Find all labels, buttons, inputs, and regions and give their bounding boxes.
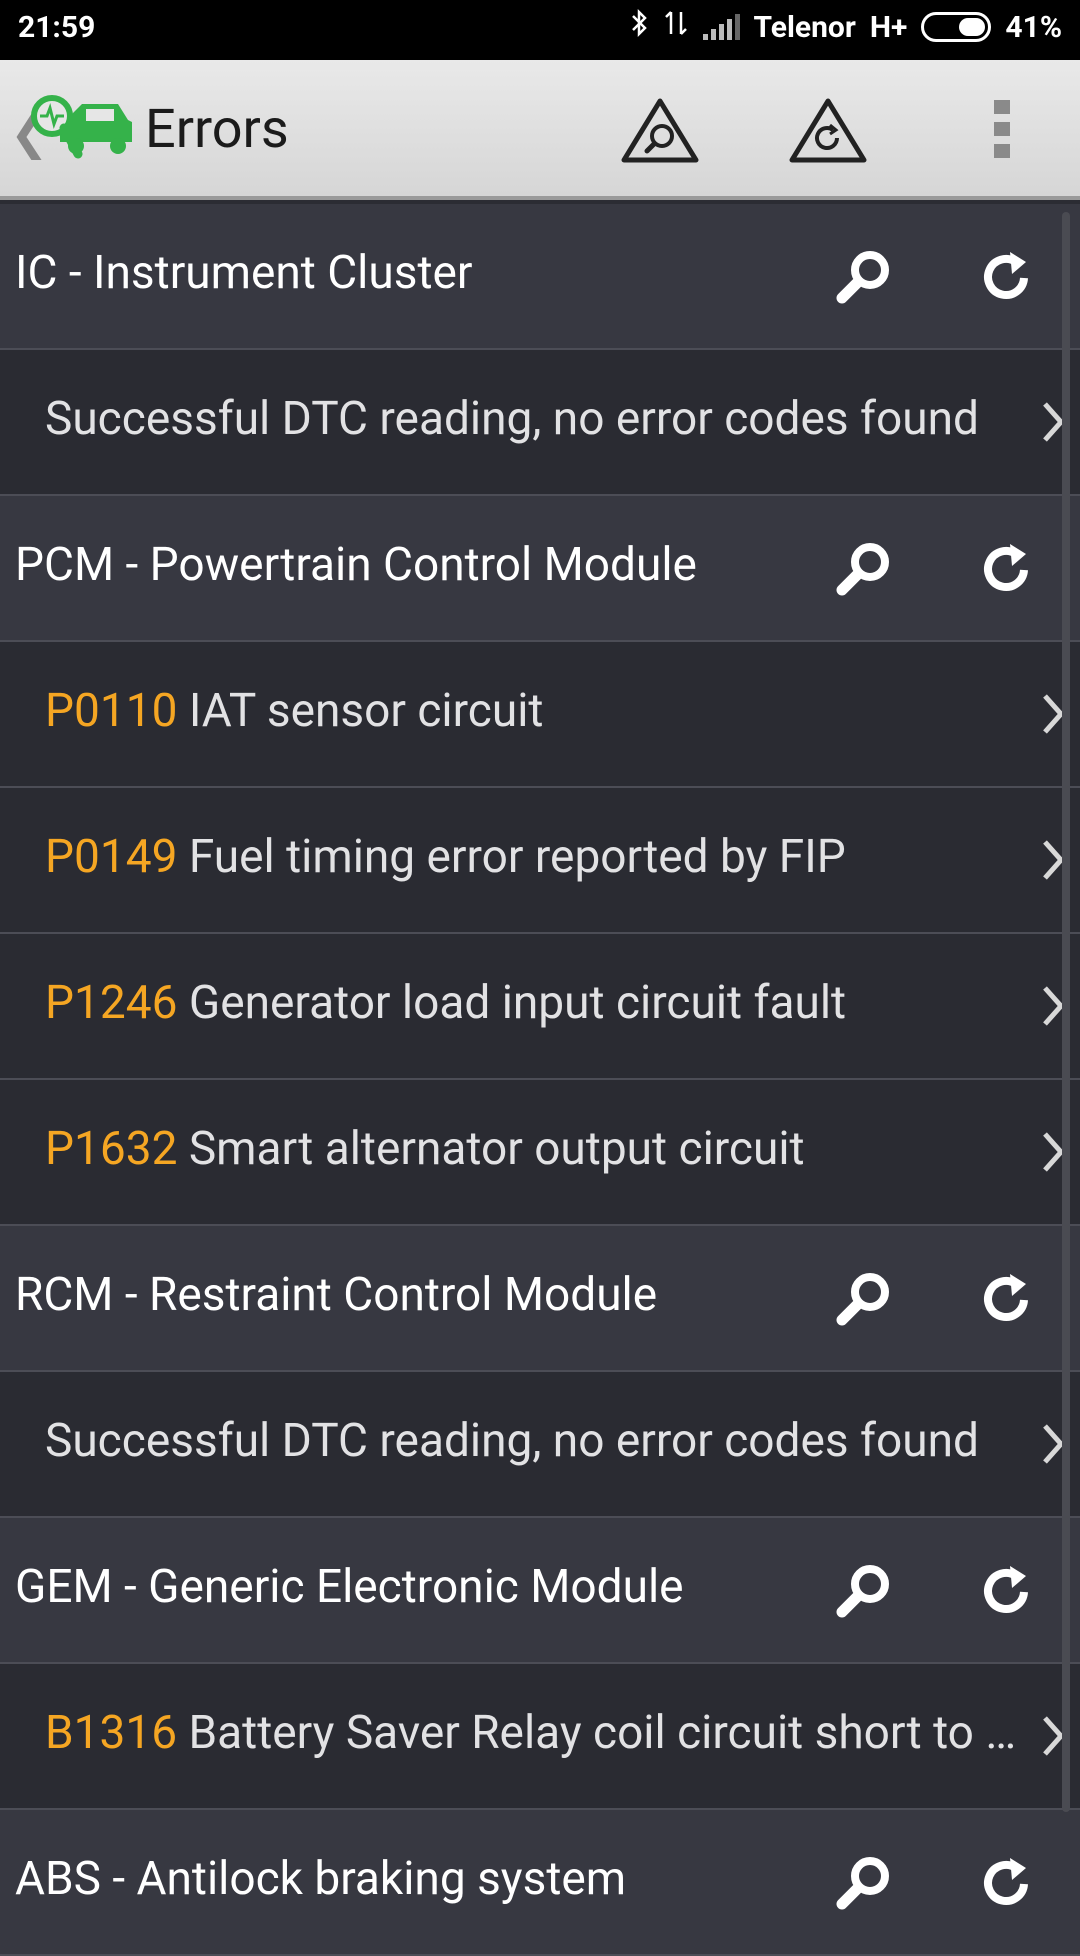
module-error-list: IC - Instrument Cluster Successful DTC r…: [0, 204, 1080, 1956]
error-description: Successful DTC reading, no error codes f…: [45, 1414, 979, 1468]
status-bar: 21:59 Telenor H+ 41%: [0, 0, 1080, 60]
signal-strength-icon: [702, 14, 740, 40]
error-code: P1632: [45, 1122, 178, 1176]
module-row: PCM - Powertrain Control Module: [0, 496, 1080, 642]
page-title: Errors: [145, 98, 289, 161]
error-text: Smart alternator output circuit: [188, 1122, 805, 1176]
error-code: P0110: [45, 684, 178, 738]
module-title: PCM - Powertrain Control Module: [15, 538, 697, 592]
search-icon[interactable]: [828, 540, 898, 604]
module-title: RCM - Restraint Control Module: [15, 1268, 658, 1322]
error-text: Generator load input circuit fault: [188, 976, 847, 1030]
search-icon[interactable]: [828, 1854, 898, 1918]
module-row: ABS - Antilock braking system: [0, 1810, 1080, 1956]
refresh-errors-icon[interactable]: [788, 96, 868, 170]
carrier-name: Telenor: [753, 9, 856, 45]
refresh-icon[interactable]: [978, 248, 1038, 312]
error-code: P1246: [45, 976, 178, 1030]
error-description: Successful DTC reading, no error codes f…: [45, 392, 979, 446]
battery-percent: 41%: [1005, 9, 1062, 45]
module-title: IC - Instrument Cluster: [15, 246, 473, 300]
status-time: 21:59: [18, 10, 96, 45]
error-text: IAT sensor circuit: [188, 684, 544, 738]
error-description: B1316 Battery Saver Relay coil circuit s…: [45, 1706, 1016, 1760]
error-row[interactable]: P0110 IAT sensor circuit: [0, 642, 1080, 788]
network-type: H+: [869, 9, 908, 45]
battery-icon: [921, 12, 992, 42]
error-description: P0149 Fuel timing error reported by FIP: [45, 830, 846, 884]
error-row[interactable]: P1632 Smart alternator output circuit: [0, 1080, 1080, 1226]
module-title: ABS - Antilock braking system: [15, 1852, 627, 1906]
error-text: Fuel timing error reported by FIP: [188, 830, 846, 884]
error-description: P1246 Generator load input circuit fault: [45, 976, 846, 1030]
overflow-menu-icon[interactable]: [994, 100, 1010, 158]
error-description: P0110 IAT sensor circuit: [45, 684, 543, 738]
search-icon[interactable]: [828, 1562, 898, 1626]
bluetooth-icon: [629, 8, 649, 46]
error-text: Successful DTC reading, no error codes f…: [45, 392, 979, 446]
refresh-icon[interactable]: [978, 1270, 1038, 1334]
scrollbar[interactable]: [1062, 212, 1070, 1812]
status-icons: Telenor H+ 41%: [629, 8, 1062, 46]
error-row[interactable]: Successful DTC reading, no error codes f…: [0, 1372, 1080, 1518]
error-description: P1632 Smart alternator output circuit: [45, 1122, 805, 1176]
error-code: P0149: [45, 830, 178, 884]
search-icon[interactable]: [828, 248, 898, 312]
module-row: GEM - Generic Electronic Module: [0, 1518, 1080, 1664]
error-row[interactable]: Successful DTC reading, no error codes f…: [0, 350, 1080, 496]
app-bar: ❮ Errors: [0, 60, 1080, 200]
module-title: GEM - Generic Electronic Module: [15, 1560, 684, 1614]
error-row[interactable]: B1316 Battery Saver Relay coil circuit s…: [0, 1664, 1080, 1810]
search-icon[interactable]: [828, 1270, 898, 1334]
error-text: Battery Saver Relay coil circuit short t…: [188, 1706, 1017, 1760]
refresh-icon[interactable]: [978, 1854, 1038, 1918]
read-errors-icon[interactable]: [620, 96, 700, 170]
module-row: RCM - Restraint Control Module: [0, 1226, 1080, 1372]
error-code: B1316: [45, 1706, 178, 1760]
car-diagnostics-logo[interactable]: [30, 94, 135, 168]
refresh-icon[interactable]: [978, 1562, 1038, 1626]
error-text: Successful DTC reading, no error codes f…: [45, 1414, 979, 1468]
module-row: IC - Instrument Cluster: [0, 204, 1080, 350]
error-row[interactable]: P1246 Generator load input circuit fault: [0, 934, 1080, 1080]
refresh-icon[interactable]: [978, 540, 1038, 604]
error-row[interactable]: P0149 Fuel timing error reported by FIP: [0, 788, 1080, 934]
data-transfer-icon: [663, 8, 689, 46]
